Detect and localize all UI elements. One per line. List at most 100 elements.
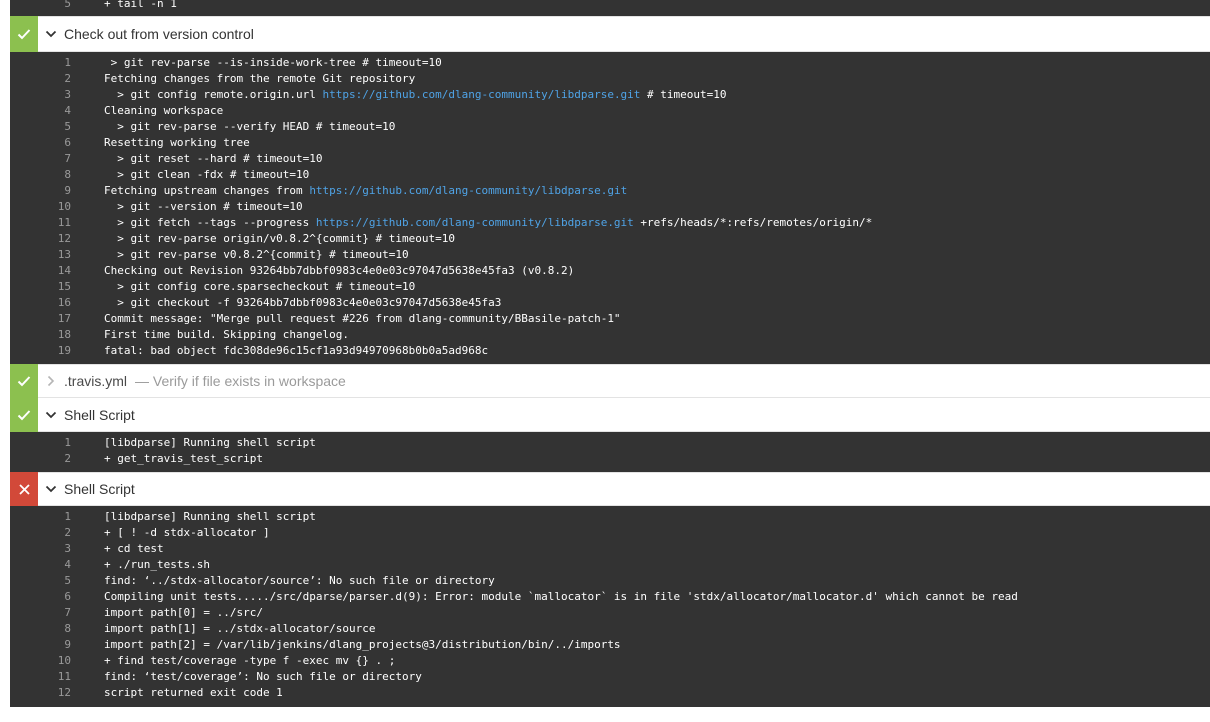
- log-text: > git rev-parse origin/v0.8.2^{commit} #…: [104, 231, 1210, 247]
- line-number[interactable]: 11: [10, 669, 71, 685]
- line-number[interactable]: 1: [10, 435, 71, 451]
- line-number[interactable]: 15: [10, 279, 71, 295]
- log-segment: find: ‘../stdx-allocator/source’: No suc…: [104, 574, 495, 587]
- step-title[interactable]: .travis.yml: [64, 373, 127, 389]
- line-number[interactable]: 11: [10, 215, 71, 231]
- line-number[interactable]: 3: [10, 87, 71, 103]
- log-line: 8 > git clean -fdx # timeout=10: [10, 167, 1210, 183]
- chevron-down-icon[interactable]: [38, 485, 64, 493]
- log-segment: + get_travis_test_script: [104, 452, 263, 465]
- log-segment: > git checkout -f 93264bb7dbbf0983c4e0e0…: [104, 296, 502, 309]
- log-segment: script returned exit code 1: [104, 686, 283, 699]
- log-text: Fetching changes from the remote Git rep…: [104, 71, 1210, 87]
- log-line: 16 > git checkout -f 93264bb7dbbf0983c4e…: [10, 295, 1210, 311]
- line-number[interactable]: 9: [10, 637, 71, 653]
- line-number[interactable]: 12: [10, 231, 71, 247]
- step-travis-yml[interactable]: .travis.yml — Verify if file exists in w…: [10, 364, 1210, 398]
- log-line: 1 [libdparse] Running shell script: [10, 509, 1210, 525]
- log-text: + find test/coverage -type f -exec mv {}…: [104, 653, 1210, 669]
- line-number[interactable]: 5: [10, 119, 71, 135]
- line-number[interactable]: 10: [10, 653, 71, 669]
- line-number[interactable]: 10: [10, 199, 71, 215]
- line-number[interactable]: 3: [10, 541, 71, 557]
- log-text: Checking out Revision 93264bb7dbbf0983c4…: [104, 263, 1210, 279]
- pipeline-log-view: 5 + tail -n 1 Check out from version con…: [10, 0, 1210, 707]
- step-shell-script-failed[interactable]: Shell Script: [10, 472, 1210, 506]
- log-segment: + [ ! -d stdx-allocator ]: [104, 526, 270, 539]
- chevron-right-icon[interactable]: [38, 375, 64, 387]
- log-block-previous: 5 + tail -n 1: [10, 0, 1210, 16]
- log-segment: +refs/heads/*:refs/remotes/origin/*: [633, 216, 873, 229]
- log-link[interactable]: https://github.com/dlang-community/libdp…: [316, 216, 634, 229]
- step-title[interactable]: Check out from version control: [64, 26, 254, 42]
- log-segment: Cleaning workspace: [104, 104, 224, 117]
- log-line: 10 + find test/coverage -type f -exec mv …: [10, 653, 1210, 669]
- line-number[interactable]: 9: [10, 183, 71, 199]
- log-text: Cleaning workspace: [104, 103, 1210, 119]
- log-segment: > git config core.sparsecheckout # timeo…: [104, 280, 416, 293]
- log-text: script returned exit code 1: [104, 685, 1210, 701]
- log-line: 18 First time build. Skipping changelog.: [10, 327, 1210, 343]
- log-text: + tail -n 1: [104, 0, 177, 10]
- log-line: 5 find: ‘../stdx-allocator/source’: No su…: [10, 573, 1210, 589]
- line-number[interactable]: 8: [10, 621, 71, 637]
- line-number[interactable]: 7: [10, 151, 71, 167]
- log-line: 15 > git config core.sparsecheckout # ti…: [10, 279, 1210, 295]
- line-number[interactable]: 2: [10, 525, 71, 541]
- log-text: Fetching upstream changes from https://g…: [104, 183, 1210, 199]
- line-number[interactable]: 2: [10, 71, 71, 87]
- chevron-down-icon[interactable]: [38, 30, 64, 38]
- log-segment: fatal: bad object fdc308de96c15cf1a93d94…: [104, 344, 489, 357]
- line-number[interactable]: 18: [10, 327, 71, 343]
- line-number[interactable]: 14: [10, 263, 71, 279]
- line-number[interactable]: 1: [10, 509, 71, 525]
- step-status-success: [10, 16, 38, 52]
- line-number[interactable]: 6: [10, 135, 71, 151]
- log-line: 4 + ./run_tests.sh: [10, 557, 1210, 573]
- line-number[interactable]: 5: [10, 0, 71, 12]
- line-number[interactable]: 17: [10, 311, 71, 327]
- log-segment: [libdparse] Running shell script: [104, 436, 316, 449]
- step-shell-script[interactable]: Shell Script: [10, 397, 1210, 432]
- step-status-failure: [10, 472, 38, 506]
- line-number[interactable]: 4: [10, 103, 71, 119]
- log-text: > git fetch --tags --progress https://gi…: [104, 215, 1210, 231]
- line-number[interactable]: 4: [10, 557, 71, 573]
- line-number[interactable]: 5: [10, 573, 71, 589]
- log-text: import path[2] = /var/lib/jenkins/dlang_…: [104, 637, 1210, 653]
- check-icon: [17, 409, 31, 420]
- line-number[interactable]: 13: [10, 247, 71, 263]
- line-number[interactable]: 2: [10, 451, 71, 467]
- line-number[interactable]: 8: [10, 167, 71, 183]
- log-link[interactable]: https://github.com/dlang-community/libdp…: [309, 184, 627, 197]
- line-number[interactable]: 16: [10, 295, 71, 311]
- log-segment: > git reset --hard # timeout=10: [104, 152, 323, 165]
- log-block-checkout: 1 > git rev-parse --is-inside-work-tree …: [10, 52, 1210, 364]
- log-segment: Fetching upstream changes from: [104, 184, 310, 197]
- log-text: > git --version # timeout=10: [104, 199, 1210, 215]
- line-number[interactable]: 12: [10, 685, 71, 701]
- log-segment: + ./run_tests.sh: [104, 558, 210, 571]
- log-segment: + find test/coverage -type f -exec mv {}…: [104, 654, 396, 667]
- line-number[interactable]: 6: [10, 589, 71, 605]
- line-number[interactable]: 7: [10, 605, 71, 621]
- log-line: 10 > git --version # timeout=10: [10, 199, 1210, 215]
- step-status-success: [10, 364, 38, 398]
- line-number[interactable]: 1: [10, 55, 71, 71]
- log-text: + cd test: [104, 541, 1210, 557]
- log-text: Compiling unit tests...../src/dparse/par…: [104, 589, 1210, 605]
- step-title[interactable]: Shell Script: [64, 481, 135, 497]
- log-text: import path[0] = ../src/: [104, 605, 1210, 621]
- log-text: > git rev-parse --is-inside-work-tree # …: [104, 55, 1210, 71]
- step-status-success: [10, 397, 38, 432]
- log-segment: find: ‘test/coverage’: No such file or d…: [104, 670, 422, 683]
- log-text: import path[1] = ../stdx-allocator/sourc…: [104, 621, 1210, 637]
- chevron-down-icon[interactable]: [38, 411, 64, 419]
- step-title[interactable]: Shell Script: [64, 407, 135, 423]
- log-line: 11 > git fetch --tags --progress https:/…: [10, 215, 1210, 231]
- step-checkout[interactable]: Check out from version control: [10, 16, 1210, 52]
- log-segment: > git rev-parse --is-inside-work-tree # …: [104, 56, 442, 69]
- line-number[interactable]: 19: [10, 343, 71, 359]
- log-link[interactable]: https://github.com/dlang-community/libdp…: [323, 88, 641, 101]
- log-line: 12 > git rev-parse origin/v0.8.2^{commit…: [10, 231, 1210, 247]
